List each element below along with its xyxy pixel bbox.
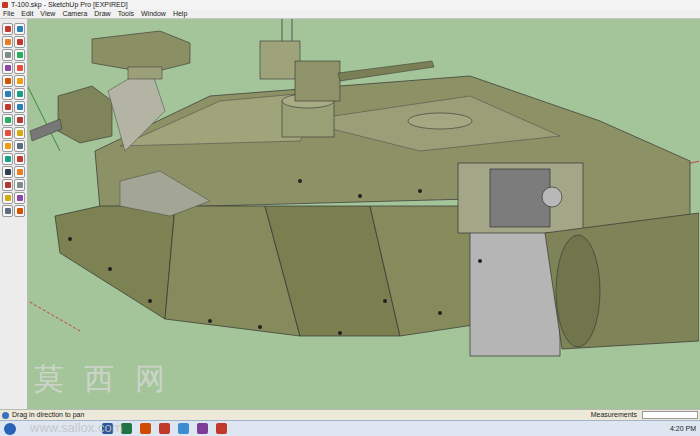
tool-glyph-icon	[5, 156, 11, 162]
tool-icon[interactable]	[2, 23, 13, 35]
tool-icon[interactable]	[14, 127, 25, 139]
tool-icon[interactable]	[14, 75, 25, 87]
tool-icon[interactable]	[2, 114, 13, 126]
tool-icon[interactable]	[14, 192, 25, 204]
taskbar-app-icon[interactable]	[197, 423, 208, 434]
window-title: T-100.skp - SketchUp Pro [EXPIRED]	[11, 0, 128, 9]
measurements-field[interactable]	[642, 411, 698, 419]
status-hint: Drag in direction to pan	[12, 410, 84, 420]
tool-icon[interactable]	[14, 36, 25, 48]
status-bar: Drag in direction to pan Measurements	[0, 409, 700, 420]
watermark-title: 莫 西 网	[34, 362, 171, 396]
tool-icon[interactable]	[14, 23, 25, 35]
title-bar: T-100.skp - SketchUp Pro [EXPIRED]	[0, 0, 700, 9]
tool-glyph-icon	[17, 169, 23, 175]
menu-item[interactable]: File	[3, 9, 14, 18]
tool-glyph-icon	[17, 26, 23, 32]
tool-glyph-icon	[5, 39, 11, 45]
tool-icon[interactable]	[14, 179, 25, 191]
app-icon	[2, 2, 8, 8]
tool-glyph-icon	[17, 39, 23, 45]
tool-glyph-icon	[5, 91, 11, 97]
tool-icon[interactable]	[2, 101, 13, 113]
tool-palette	[0, 19, 28, 409]
tool-icon[interactable]	[14, 49, 25, 61]
tool-glyph-icon	[17, 195, 23, 201]
tool-icon[interactable]	[14, 140, 25, 152]
taskbar-app-icon[interactable]	[140, 423, 151, 434]
tool-icon[interactable]	[2, 205, 13, 217]
tool-icon[interactable]	[2, 62, 13, 74]
tool-glyph-icon	[5, 130, 11, 136]
tool-icon[interactable]	[2, 88, 13, 100]
tool-glyph-icon	[17, 182, 23, 188]
tool-icon[interactable]	[14, 166, 25, 178]
tool-icon[interactable]	[14, 62, 25, 74]
tool-icon[interactable]	[2, 166, 13, 178]
tool-icon[interactable]	[2, 179, 13, 191]
viewport[interactable]	[28, 19, 700, 409]
tool-icon[interactable]	[14, 114, 25, 126]
tool-glyph-icon	[17, 130, 23, 136]
tool-glyph-icon	[17, 117, 23, 123]
tool-glyph-icon	[17, 52, 23, 58]
taskbar-app-icon[interactable]	[121, 423, 132, 434]
menu-item[interactable]: Camera	[62, 9, 87, 18]
tool-glyph-icon	[5, 169, 11, 175]
menu-item[interactable]: Draw	[94, 9, 110, 18]
tool-icon[interactable]	[2, 75, 13, 87]
tool-icon[interactable]	[2, 140, 13, 152]
tank-model	[28, 19, 699, 409]
menu-item[interactable]: View	[40, 9, 55, 18]
taskbar-app-icon[interactable]	[178, 423, 189, 434]
tool-icon[interactable]	[2, 192, 13, 204]
tool-icon[interactable]	[14, 153, 25, 165]
clock: 4:20 PM	[670, 422, 696, 436]
tool-glyph-icon	[17, 104, 23, 110]
start-icon[interactable]	[4, 423, 16, 435]
tool-glyph-icon	[5, 26, 11, 32]
tool-glyph-icon	[17, 143, 23, 149]
tool-glyph-icon	[5, 78, 11, 84]
tool-glyph-icon	[5, 195, 11, 201]
taskbar-app-icon[interactable]	[216, 423, 227, 434]
tool-icon[interactable]	[2, 36, 13, 48]
tool-glyph-icon	[17, 156, 23, 162]
menu-item[interactable]: Help	[173, 9, 187, 18]
tool-glyph-icon	[5, 65, 11, 71]
menu-item[interactable]: Edit	[21, 9, 33, 18]
measurements-label: Measurements	[591, 410, 639, 420]
tool-glyph-icon	[17, 91, 23, 97]
tool-glyph-icon	[5, 52, 11, 58]
tool-glyph-icon	[17, 208, 23, 214]
tool-icon[interactable]	[2, 49, 13, 61]
tool-icon[interactable]	[2, 153, 13, 165]
tool-glyph-icon	[17, 78, 23, 84]
taskbar-app-icon[interactable]	[159, 423, 170, 434]
tool-icon[interactable]	[2, 127, 13, 139]
status-icon	[2, 412, 9, 419]
menu-item[interactable]: Window	[141, 9, 166, 18]
menu-bar: File Edit View Camera Draw Tools Window Help	[0, 9, 700, 19]
tool-glyph-icon	[5, 117, 11, 123]
tool-glyph-icon	[5, 182, 11, 188]
tool-icon[interactable]	[14, 205, 25, 217]
tool-glyph-icon	[17, 65, 23, 71]
menu-item[interactable]: Tools	[118, 9, 134, 18]
tool-icon[interactable]	[14, 101, 25, 113]
tool-icon[interactable]	[14, 88, 25, 100]
tool-glyph-icon	[5, 104, 11, 110]
watermark-url: www.sallox.com	[30, 420, 122, 435]
tool-glyph-icon	[5, 143, 11, 149]
tool-glyph-icon	[5, 208, 11, 214]
